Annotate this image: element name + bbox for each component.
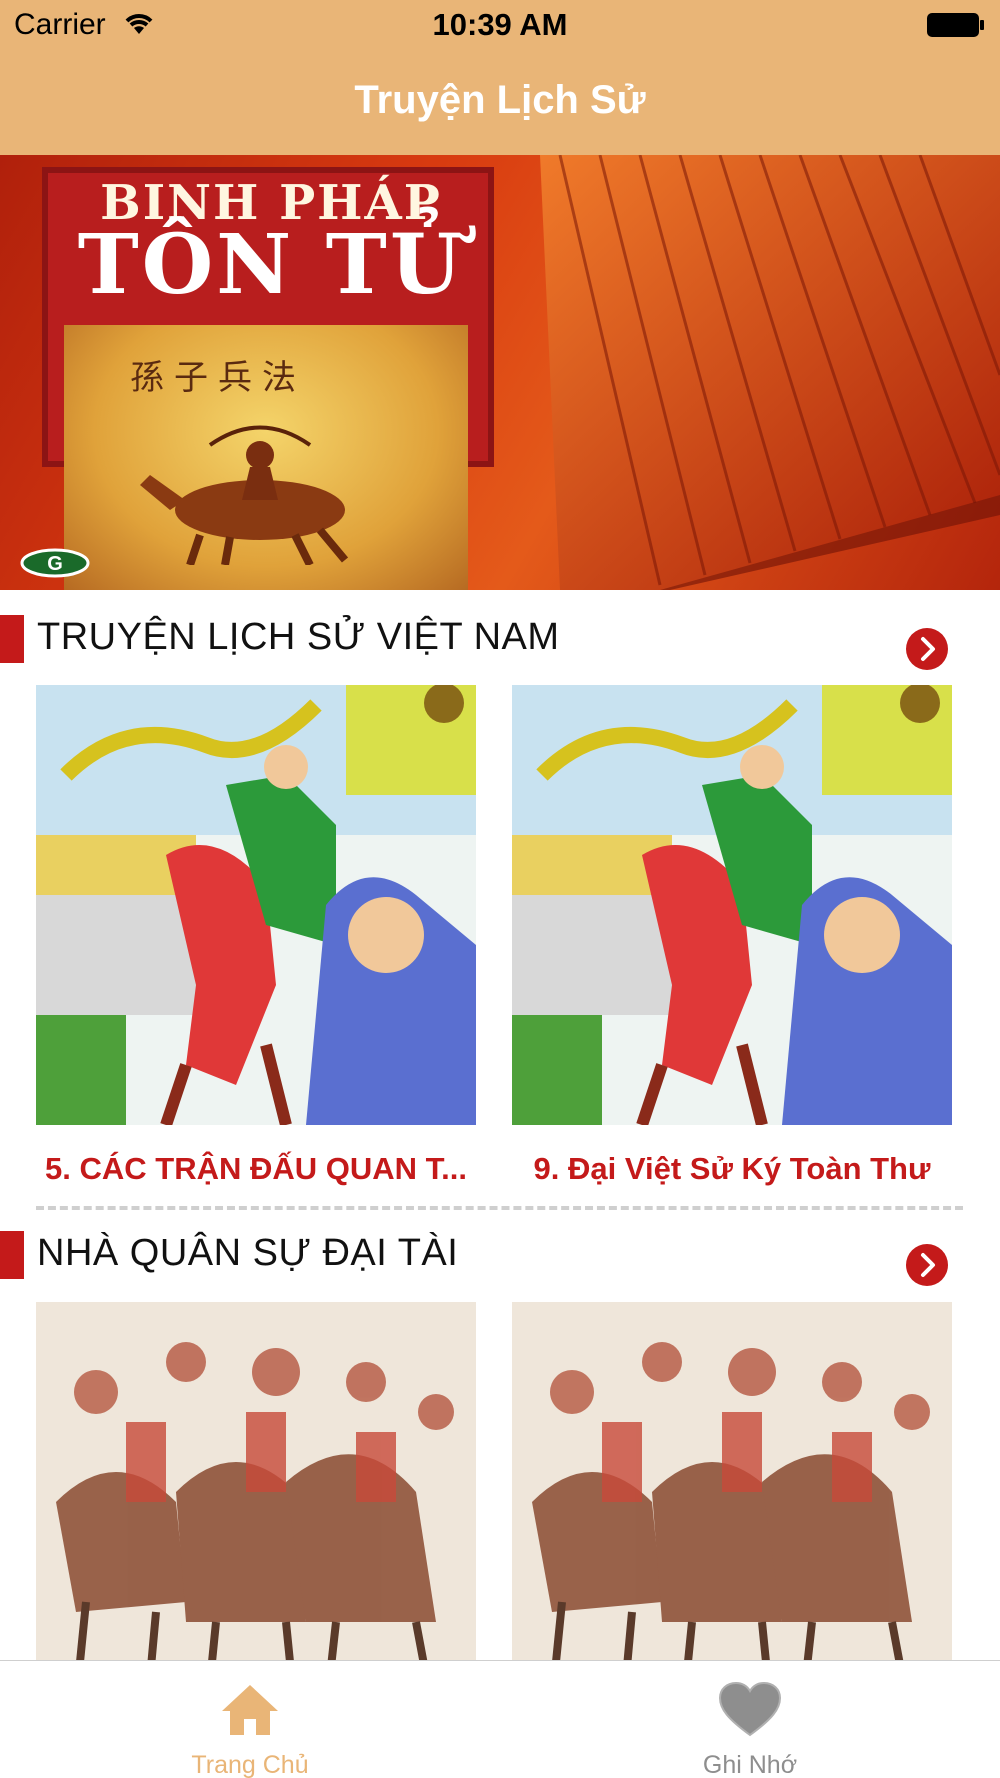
heart-icon bbox=[718, 1681, 782, 1737]
publisher-logo: G bbox=[20, 548, 90, 578]
see-more-button[interactable] bbox=[906, 628, 948, 670]
top-bar: Carrier 10:39 AM Truyện Lịch Sử bbox=[0, 0, 1000, 155]
home-icon bbox=[222, 1685, 278, 1735]
bamboo-slips-image bbox=[540, 155, 1000, 590]
horse-rider-image bbox=[140, 425, 349, 565]
story-thumbnail bbox=[36, 685, 476, 1125]
story-title: 9. Đại Việt Sử Ký Toàn Thư bbox=[533, 1151, 931, 1186]
story-thumbnail bbox=[512, 685, 952, 1125]
featured-banner[interactable]: BINH PHÁP TÔN TỬ 孫子兵法 G bbox=[0, 155, 1000, 590]
page-title: Truyện Lịch Sử bbox=[354, 78, 646, 122]
tab-label: Ghi Nhớ bbox=[702, 1751, 798, 1778]
tab-bar: Trang Chủ Ghi Nhớ bbox=[0, 1660, 1000, 1778]
section-military-leaders: NHÀ QUÂN SỰ ĐẠI TÀI bbox=[0, 1206, 1000, 1660]
tab-home[interactable]: Trang Chủ bbox=[0, 1661, 500, 1778]
story-title: 5. CÁC TRẬN ĐẤU QUAN T... bbox=[45, 1151, 467, 1186]
section-vietnam-history: TRUYỆN LỊCH SỬ VIỆT NAM 5. CÁC TRẬN ĐẤU … bbox=[0, 590, 1000, 1220]
status-time: 10:39 AM bbox=[432, 7, 568, 42]
battery-icon bbox=[926, 12, 986, 38]
chevron-right-icon bbox=[921, 637, 935, 661]
story-thumbnail bbox=[512, 1302, 952, 1660]
banner-chinese: 孫子兵法 bbox=[130, 359, 306, 397]
story-thumbnail bbox=[36, 1302, 476, 1660]
section-title: TRUYỆN LỊCH SỬ VIỆT NAM bbox=[37, 616, 560, 658]
svg-text:G: G bbox=[47, 553, 63, 575]
tab-label: Trang Chủ bbox=[191, 1751, 309, 1778]
tab-favorites[interactable]: Ghi Nhớ bbox=[500, 1661, 1000, 1778]
section-title: NHÀ QUÂN SỰ ĐẠI TÀI bbox=[37, 1232, 459, 1274]
section-marker bbox=[0, 615, 24, 663]
status-bar: Carrier 10:39 AM bbox=[0, 0, 1000, 50]
chevron-right-icon bbox=[921, 1253, 935, 1277]
section-marker bbox=[0, 1231, 24, 1279]
banner-line2: TÔN TỬ bbox=[77, 217, 465, 313]
see-more-button[interactable] bbox=[906, 1244, 948, 1286]
